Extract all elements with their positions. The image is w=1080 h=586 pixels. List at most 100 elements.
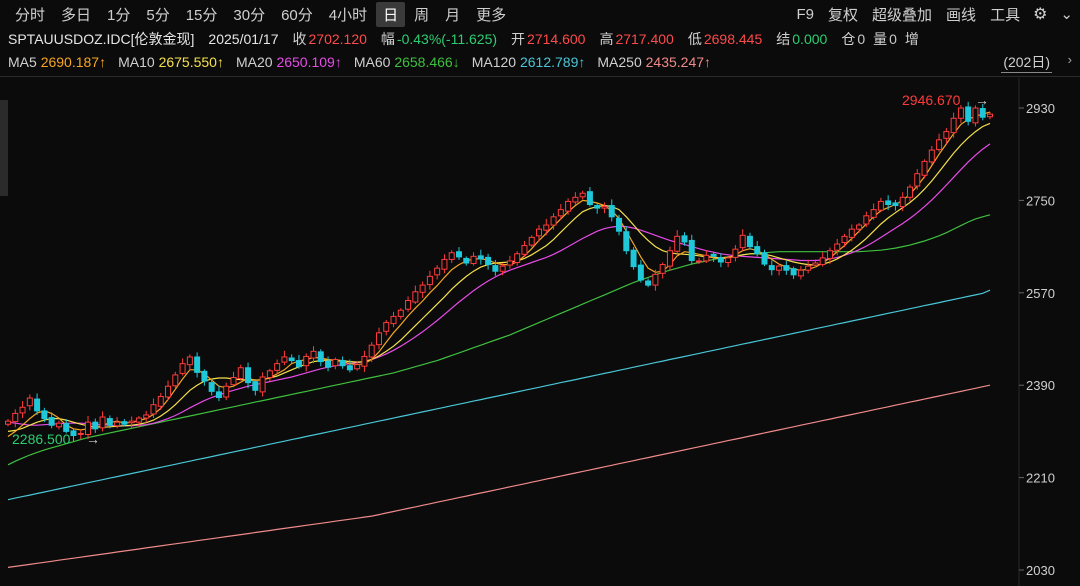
- candle-body: [892, 202, 899, 207]
- candle-body: [223, 385, 230, 398]
- candle-body: [739, 234, 746, 249]
- moving-average-lines: [7, 111, 991, 568]
- candle-body: [172, 374, 179, 387]
- candle-body: [332, 359, 339, 367]
- candle-body: [295, 360, 302, 368]
- candle-body: [572, 196, 579, 203]
- toolbar-item-4[interactable]: 工具: [983, 4, 1027, 25]
- candle-body: [390, 315, 397, 325]
- ma-days-selector[interactable]: (202日): [1001, 52, 1052, 73]
- candle-body: [194, 356, 201, 373]
- period-tab-0[interactable]: 分时: [8, 2, 52, 27]
- candle-body: [863, 215, 870, 225]
- gear-icon[interactable]: ⚙: [1027, 4, 1053, 24]
- candle-body: [768, 265, 775, 271]
- toolbar-item-0[interactable]: F9: [790, 6, 822, 23]
- ma-value: 2612.789↑: [519, 54, 586, 70]
- toolbar-item-1[interactable]: 复权: [821, 4, 865, 25]
- candle-body: [41, 410, 48, 420]
- candle-body: [128, 420, 135, 424]
- candle-body: [543, 224, 550, 231]
- candle-body: [776, 265, 783, 271]
- candle-body: [746, 235, 753, 248]
- candle-body: [252, 381, 259, 391]
- vol-label: 量: [873, 31, 888, 47]
- period-tab-4[interactable]: 15分: [179, 2, 225, 27]
- candle-body: [659, 264, 666, 274]
- low-value: 2698.445: [703, 31, 763, 47]
- period-tab-7[interactable]: 4小时: [322, 2, 374, 27]
- candle-body: [186, 356, 193, 366]
- candle-body: [579, 192, 586, 198]
- ma-label: MA10: [118, 54, 159, 70]
- price-axis: 2930 2750 2570 2390 2210 2030: [1019, 101, 1055, 578]
- candle-body: [434, 267, 441, 276]
- candle-body: [288, 357, 295, 362]
- candle-body: [943, 131, 950, 139]
- candle-body: [92, 421, 99, 430]
- candle-body: [652, 273, 659, 286]
- candle-body: [339, 360, 346, 367]
- open-label: 开: [511, 31, 526, 47]
- ma-label: MA250: [597, 54, 646, 70]
- period-tab-1[interactable]: 多日: [54, 2, 98, 27]
- ma-item-ma20: MA20 2650.109↑: [236, 54, 342, 70]
- candle-body: [143, 414, 150, 419]
- ma-label: MA5: [8, 54, 41, 70]
- open-value: 2714.600: [527, 31, 586, 47]
- candle-body: [717, 257, 724, 263]
- period-tab-3[interactable]: 5分: [139, 2, 176, 27]
- period-tab-11[interactable]: 更多: [469, 2, 513, 27]
- candle-body: [5, 420, 11, 425]
- ma-item-ma60: MA60 2658.466↓: [354, 54, 460, 70]
- candle-body: [877, 200, 884, 211]
- change-label: 幅: [380, 31, 395, 47]
- ma120-line: [7, 289, 991, 501]
- candle-body: [470, 255, 477, 265]
- symbol-name: SPTAUUSDOZ.IDC[伦敦金现]: [8, 31, 195, 47]
- candle-body: [914, 173, 921, 187]
- candle-body: [506, 260, 513, 266]
- candle-body: [870, 209, 877, 218]
- period-tab-9[interactable]: 周: [407, 2, 436, 27]
- price-tick-label: 2930: [1026, 101, 1055, 116]
- candle-body: [230, 377, 237, 386]
- candle-body: [245, 367, 252, 384]
- candle-body: [426, 275, 433, 286]
- ma-label: MA20: [235, 54, 277, 70]
- candle-body: [885, 200, 892, 206]
- candlestick-chart[interactable]: 2930 2750 2570 2390 2210 2030 2946.670 → 2286.5…: [0, 78, 1080, 586]
- chevron-down-icon[interactable]: ⌄: [1053, 5, 1080, 23]
- period-tab-5[interactable]: 30分: [226, 2, 272, 27]
- candle-body: [70, 430, 77, 437]
- period-tab-10[interactable]: 月: [438, 2, 467, 27]
- candle-body: [674, 235, 681, 252]
- candle-body: [19, 406, 26, 414]
- candle-body: [455, 251, 462, 258]
- ma-item-ma5: MA5 2690.187↑: [8, 54, 106, 70]
- ma-label: MA60: [353, 54, 395, 70]
- candle-body: [761, 252, 768, 265]
- candle-body: [34, 398, 41, 412]
- candle-body: [696, 260, 703, 263]
- candle-body: [165, 385, 172, 398]
- candle-body: [135, 417, 142, 423]
- candle-body: [397, 309, 404, 317]
- period-tab-6[interactable]: 60分: [274, 2, 320, 27]
- candle-body: [637, 264, 644, 281]
- toolbar-item-2[interactable]: 超级叠加: [865, 4, 939, 25]
- candle-body: [208, 382, 215, 392]
- period-toolbar: 分时 多日 1分 5分 15分 30分 60分 4小时日周月更多 F9 复权 超级叠加 画线 工具 ⚙ ⌄: [0, 0, 1080, 28]
- candle-body: [841, 235, 848, 243]
- candle-body: [681, 235, 688, 243]
- candle-body: [121, 421, 128, 425]
- candle-body: [805, 265, 812, 271]
- candle-body: [354, 364, 361, 370]
- period-tab-2[interactable]: 1分: [100, 2, 137, 27]
- candle-body: [375, 332, 382, 346]
- candle-body: [819, 257, 826, 266]
- toolbar-item-3[interactable]: 画线: [939, 4, 983, 25]
- period-tab-8[interactable]: 日: [376, 1, 406, 27]
- chevron-right-icon[interactable]: ›: [1068, 52, 1072, 67]
- candle-body: [616, 217, 623, 232]
